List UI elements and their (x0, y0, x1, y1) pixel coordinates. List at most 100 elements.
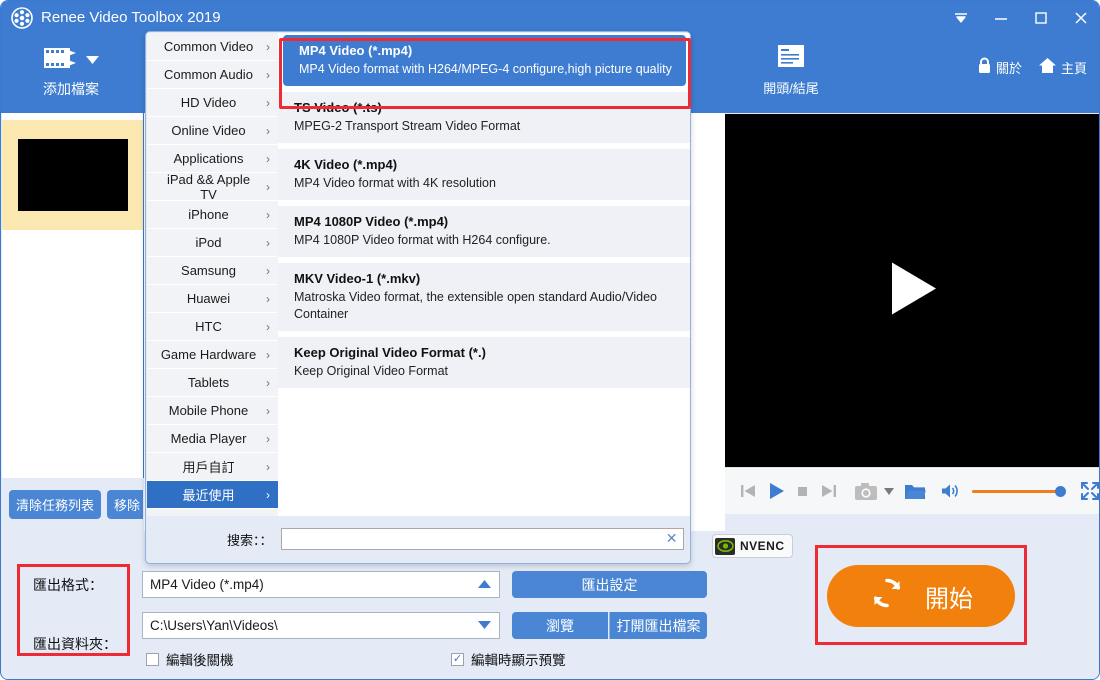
category-label: Applications (173, 151, 244, 166)
category-item[interactable]: Applications › (147, 145, 278, 173)
format-dropdown-panel: Common Video › Common Audio › HD Video › Onlin… (145, 31, 691, 564)
volume-slider-knob[interactable] (1055, 485, 1066, 497)
chevron-right-icon: › (266, 319, 270, 334)
category-item[interactable]: 用戶自訂 › (147, 453, 278, 481)
category-item[interactable]: Media Player › (147, 425, 278, 453)
category-label: 用戶自訂 (182, 460, 235, 475)
category-item[interactable]: Common Video › (147, 33, 278, 61)
format-title: MKV Video-1 (*.mkv) (294, 271, 421, 286)
about-label: 關於 (995, 60, 1022, 76)
shutdown-after-edit-checkbox[interactable]: 編輯後關機 (146, 649, 234, 669)
play-triangle-icon[interactable] (886, 260, 940, 321)
category-item[interactable]: Common Audio › (147, 61, 278, 89)
format-item[interactable]: 4K Video (*.mp4) MP4 Video format with 4K… (278, 149, 690, 200)
chevron-right-icon: › (266, 291, 270, 306)
snapshot-dropdown-caret-down-icon[interactable] (884, 487, 894, 495)
start-button[interactable]: 開始 (827, 565, 1015, 627)
category-label: Game Hardware (160, 347, 257, 362)
top-right-links: 關於 主頁 (977, 57, 1087, 77)
speaker-icon[interactable] (940, 482, 960, 500)
folder-icon[interactable] (904, 482, 926, 500)
chevron-right-icon: › (266, 67, 270, 82)
caret-up-icon[interactable] (478, 579, 491, 591)
category-label: Mobile Phone (168, 403, 249, 418)
category-item[interactable]: Huawei › (147, 285, 278, 313)
add-file-button[interactable]: 添加檔案 (11, 43, 131, 109)
clear-task-list-button[interactable]: 清除任務列表 (9, 490, 102, 519)
player-controls (725, 467, 1099, 514)
export-format-value: MP4 Video (*.mp4) (150, 577, 264, 592)
browse-button[interactable]: 瀏覽 (512, 612, 608, 639)
stop-icon[interactable] (796, 484, 810, 498)
search-input[interactable] (280, 528, 684, 550)
home-button[interactable]: 主頁 (1038, 57, 1087, 77)
refresh-circular-arrows-icon (869, 575, 905, 618)
fullscreen-icon[interactable] (1080, 481, 1099, 501)
format-title: MP4 1080P Video (*.mp4) (294, 214, 449, 229)
chevron-right-icon: › (266, 263, 270, 278)
open-export-folder-button[interactable]: 打開匯出檔案 (609, 612, 707, 639)
format-search-row: 搜索：： ✕ (147, 516, 690, 562)
category-label: 最近使用 (182, 488, 235, 503)
checkbox-box[interactable]: ✓ (451, 652, 464, 666)
nvidia-eye-icon (715, 537, 735, 555)
format-item[interactable]: MP4 Video (*.mp4) MP4 Video format with H… (283, 35, 686, 86)
film-reel-icon (11, 7, 33, 29)
app-window: Renee Video Toolbox 2019 添加檔案 開頭/結尾 關於 主… (0, 0, 1100, 680)
export-format-select[interactable]: MP4 Video (*.mp4) (142, 571, 500, 598)
category-item[interactable]: iPad && Apple TV › (147, 172, 278, 202)
video-preview[interactable] (725, 114, 1099, 467)
chevron-right-icon: › (266, 347, 270, 362)
skip-next-icon[interactable] (820, 482, 838, 500)
nvenc-badge[interactable]: NVENC (712, 534, 793, 558)
shutdown-after-edit-label: 編輯後關機 (166, 653, 234, 668)
category-item[interactable]: Samsung › (147, 257, 278, 285)
format-item[interactable]: TS Video (*.ts) MPEG-2 Transport Stream V… (278, 92, 690, 143)
task-list-buttons: 清除任務列表 移除 (1, 478, 143, 531)
maximize-button[interactable] (1029, 7, 1053, 29)
category-label: Common Audio (164, 67, 253, 82)
caret-down-icon[interactable] (86, 51, 99, 69)
volume-slider[interactable] (972, 485, 1066, 497)
format-item[interactable]: MKV Video-1 (*.mkv) Matroska Video format… (278, 263, 690, 331)
chevron-right-icon: › (266, 403, 270, 418)
format-category-list: Common Video › Common Audio › HD Video › Onlin… (147, 33, 278, 518)
minimize-button[interactable] (989, 7, 1013, 29)
category-item[interactable]: iPhone › (147, 201, 278, 229)
format-title: TS Video (*.ts) (294, 100, 382, 115)
skip-previous-icon[interactable] (739, 482, 757, 500)
export-folder-select[interactable]: C:\Users\Yan\Videos\ (142, 612, 500, 639)
play-icon[interactable] (767, 481, 786, 501)
minimize-to-tray-button[interactable] (949, 7, 973, 29)
category-item[interactable]: HTC › (147, 313, 278, 341)
category-item[interactable]: Tablets › (147, 369, 278, 397)
format-item[interactable]: Keep Original Video Format (*.) Keep Orig… (278, 337, 690, 388)
checkbox-box[interactable] (146, 652, 159, 666)
close-button[interactable] (1069, 7, 1093, 29)
task-list-item[interactable] (2, 120, 143, 230)
format-item[interactable]: MP4 1080P Video (*.mp4) MP4 1080P Video f… (278, 206, 690, 257)
home-icon (1038, 57, 1057, 77)
camera-icon[interactable] (854, 482, 878, 501)
category-label: HD Video (180, 95, 237, 110)
export-settings-button[interactable]: 匯出設定 (512, 571, 707, 598)
format-description: MP4 Video format with 4K resolution (294, 176, 496, 190)
export-folder-value: C:\Users\Yan\Videos\ (150, 618, 278, 633)
category-label: Huawei (186, 291, 231, 306)
about-button[interactable]: 關於 (977, 57, 1022, 77)
search-label: 搜索：： (227, 532, 273, 548)
category-item[interactable]: HD Video › (147, 89, 278, 117)
category-item[interactable]: Game Hardware › (147, 341, 278, 369)
preview-while-edit-checkbox[interactable]: ✓ 編輯時顯示預覽 (451, 649, 566, 669)
format-title: 4K Video (*.mp4) (294, 157, 398, 172)
chevron-right-icon: › (266, 431, 270, 446)
category-item[interactable]: 最近使用 › (147, 481, 278, 509)
format-description: Keep Original Video Format (294, 364, 449, 378)
caret-down-icon[interactable] (478, 620, 491, 632)
clear-search-icon[interactable]: ✕ (666, 530, 678, 547)
category-item[interactable]: Online Video › (147, 117, 278, 145)
remove-task-button[interactable]: 移除 (107, 490, 143, 519)
category-item[interactable]: Mobile Phone › (147, 397, 278, 425)
intro-outro-button[interactable]: 開頭/結尾 (741, 43, 841, 109)
category-item[interactable]: iPod › (147, 229, 278, 257)
